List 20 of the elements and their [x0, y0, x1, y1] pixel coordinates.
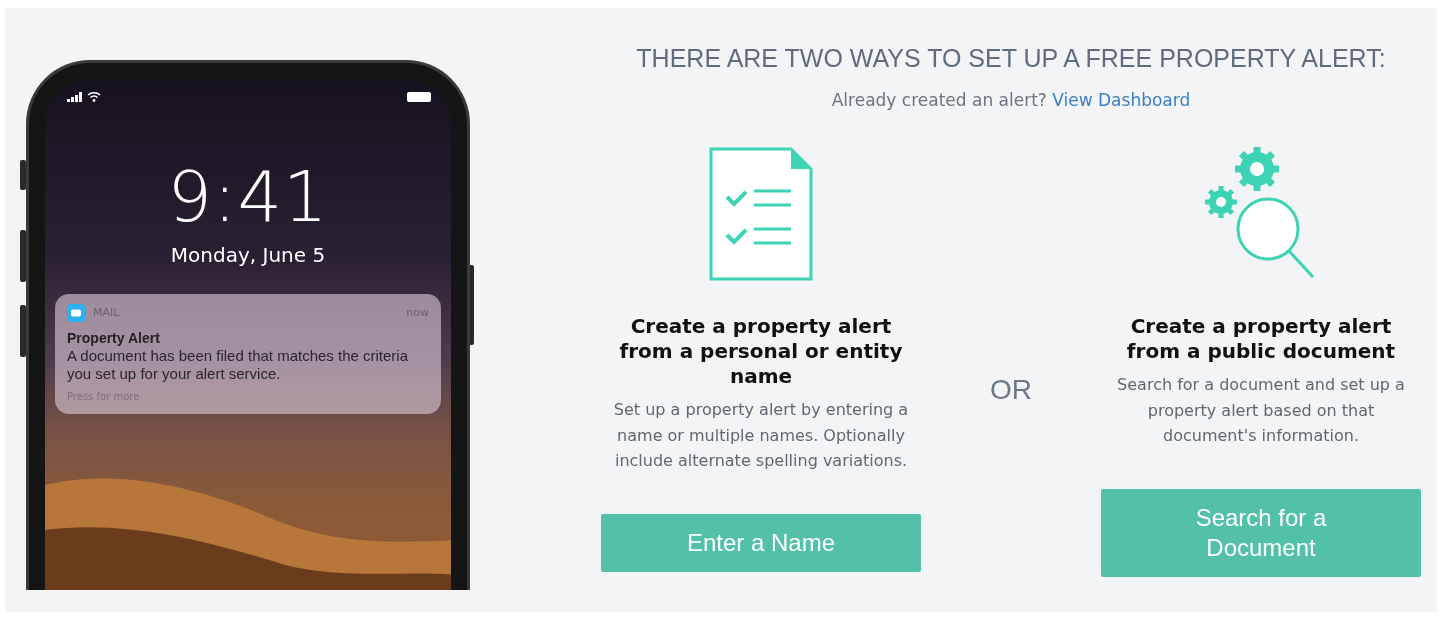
option-title: Create a property alert from a personal or entity name	[618, 314, 904, 389]
lock-screen-time: 9:41	[166, 162, 330, 232]
wifi-icon	[87, 91, 101, 102]
mail-icon	[67, 304, 85, 322]
option-button[interactable]: Enter a Name	[601, 513, 921, 572]
or-separator: OR	[989, 373, 1033, 407]
subheading-text: Already created an alert?	[831, 89, 1047, 110]
notification-title: Property Alert	[67, 330, 161, 347]
battery-icon	[407, 91, 431, 102]
gears-magnifier-icon	[1205, 147, 1317, 279]
notification-body: A document has been filed that matches the criteria you set up for your alert service.	[67, 346, 410, 383]
option-title: Create a property alert from a public document	[1125, 314, 1397, 364]
lock-screen-date: Monday, June 5	[169, 242, 327, 269]
option-button[interactable]: Search for a Document	[1101, 488, 1421, 577]
option-description: Set up a property alert by entering a name or multiple names. Optionally include alternate spelling variations.	[612, 399, 910, 473]
view-dashboard-link[interactable]: View Dashboard	[1052, 89, 1191, 110]
option-description: Search for a document and set up a property alert based on that document's information.	[1116, 374, 1406, 448]
section-heading: THERE ARE TWO WAYS TO SET UP A FREE PROPERTY ALERT:	[635, 43, 1387, 74]
signal-icon	[67, 91, 83, 102]
checklist-document-icon	[709, 147, 813, 281]
